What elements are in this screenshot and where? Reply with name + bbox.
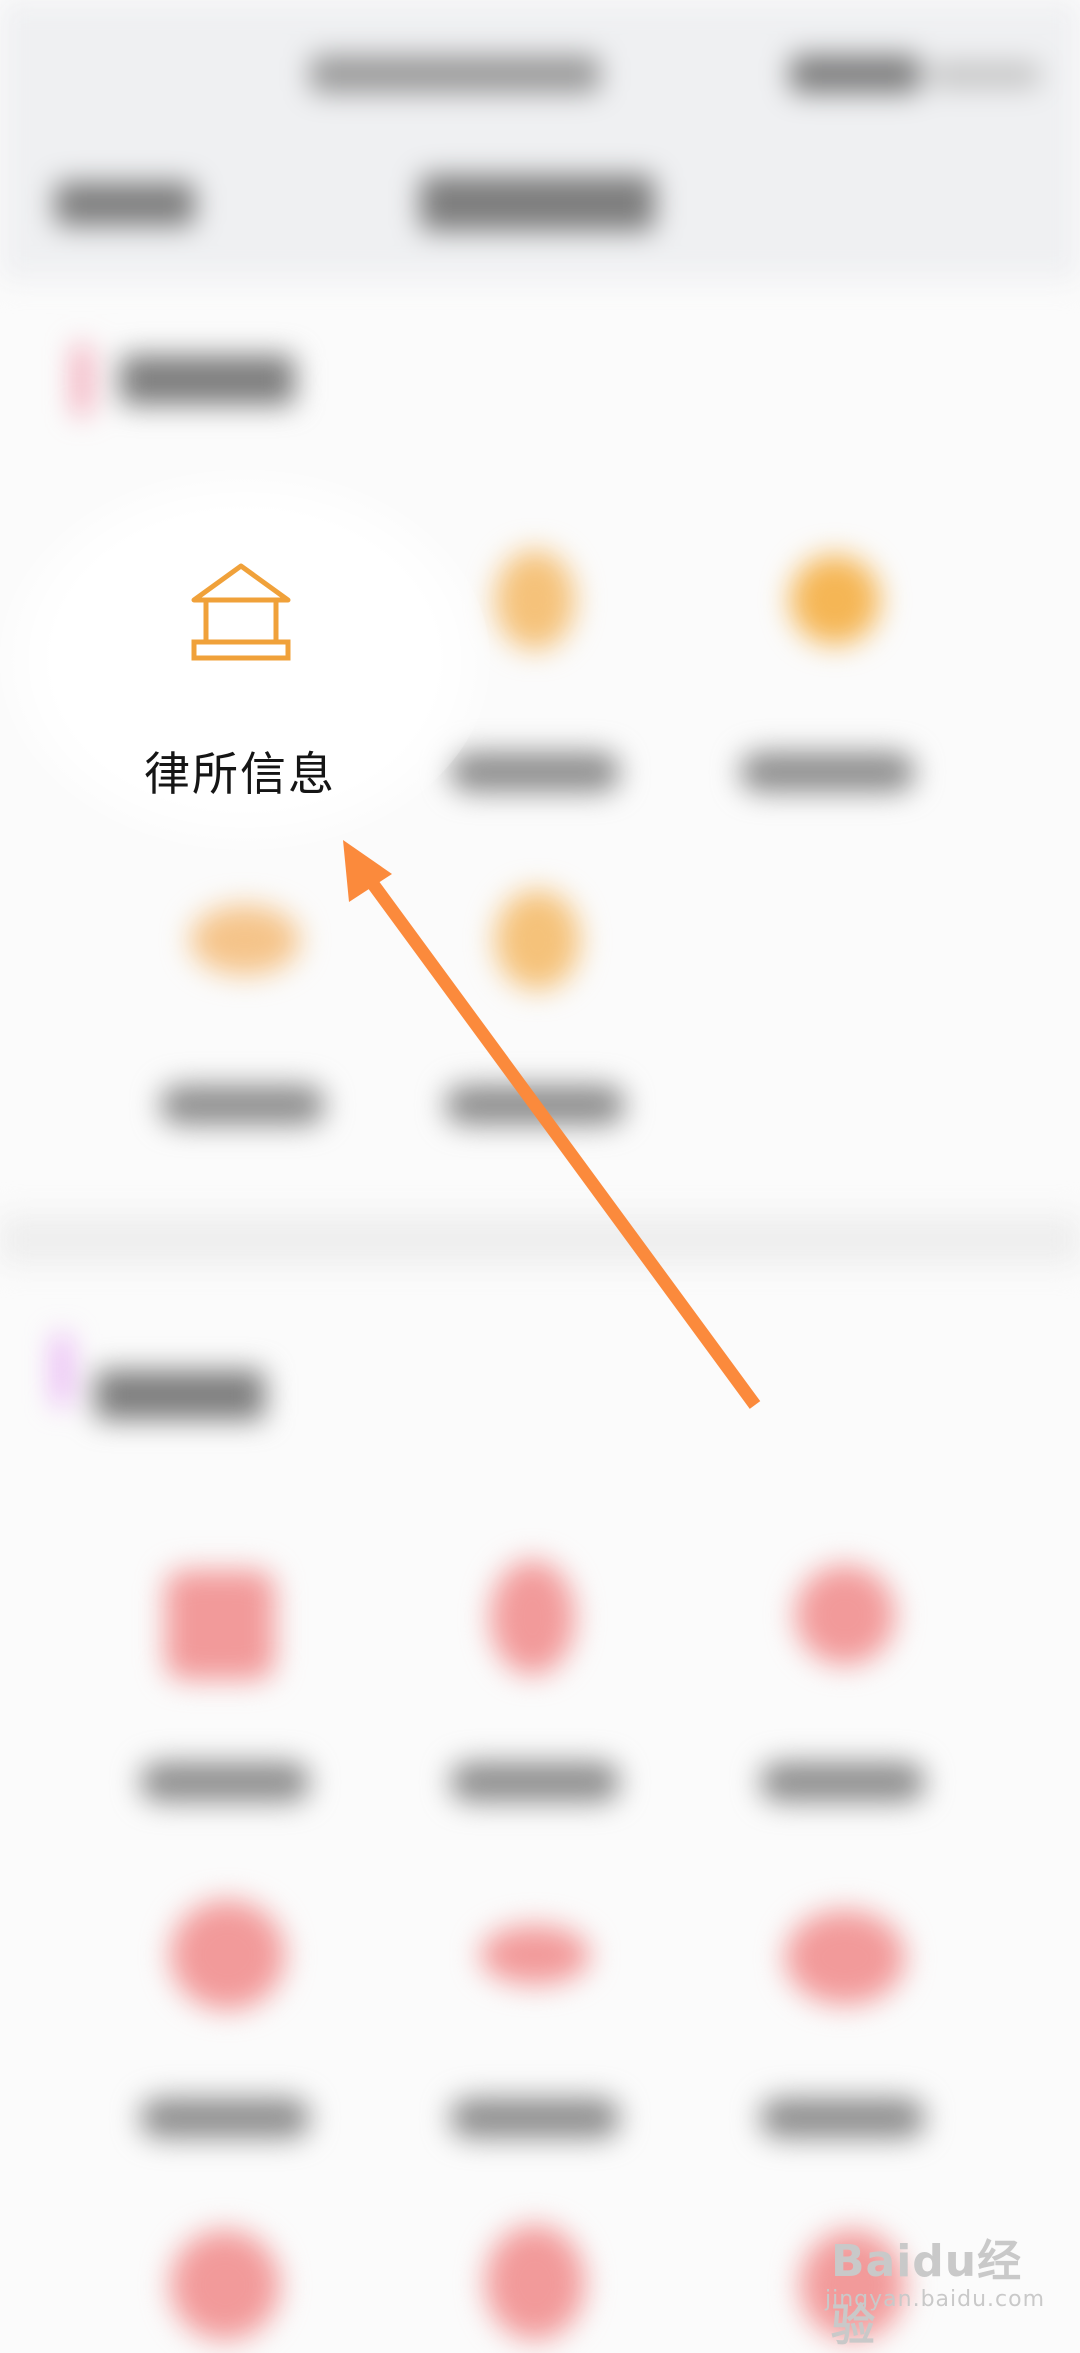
blurred-label	[450, 1762, 620, 1802]
status-bar	[0, 0, 1080, 120]
blurred-icon	[170, 2230, 280, 2340]
blurred-label	[740, 752, 915, 792]
blurred-icon	[190, 905, 300, 975]
section-accent	[75, 345, 89, 415]
section-accent	[55, 1335, 69, 1405]
law-firm-info-item[interactable]: 律所信息	[120, 540, 360, 810]
blurred-background	[0, 0, 1080, 2340]
blurred-icon	[495, 550, 575, 650]
blurred-label	[450, 2098, 620, 2138]
back-button[interactable]	[55, 182, 195, 226]
section-title	[120, 355, 295, 405]
blurred-icon	[495, 890, 580, 990]
blurred-label	[445, 1085, 625, 1125]
nav-title	[420, 175, 655, 231]
blurred-icon	[795, 1565, 895, 1665]
blurred-icon	[170, 1900, 285, 2010]
blurred-icon	[480, 1925, 590, 1985]
blurred-icon	[785, 1910, 905, 2005]
section-title	[95, 1370, 265, 1420]
blurred-label	[140, 1762, 310, 1802]
bank-building-icon	[191, 563, 291, 661]
blurred-label	[450, 752, 620, 792]
watermark: Baidu经验 jingyan.baidu.com	[825, 2225, 1065, 2351]
blurred-label	[160, 1085, 325, 1125]
section-divider	[0, 1215, 1080, 1265]
blurred-icon	[485, 2225, 585, 2340]
blurred-label	[760, 2098, 925, 2138]
nav-bar	[0, 120, 1080, 280]
watermark-url: jingyan.baidu.com	[825, 2287, 1046, 2312]
blurred-icon	[165, 1570, 275, 1680]
blurred-icon	[790, 555, 880, 645]
blurred-icon	[490, 1560, 575, 1675]
blurred-label	[140, 2098, 310, 2138]
blurred-label	[760, 1762, 925, 1802]
law-firm-info-label: 律所信息	[144, 747, 336, 801]
